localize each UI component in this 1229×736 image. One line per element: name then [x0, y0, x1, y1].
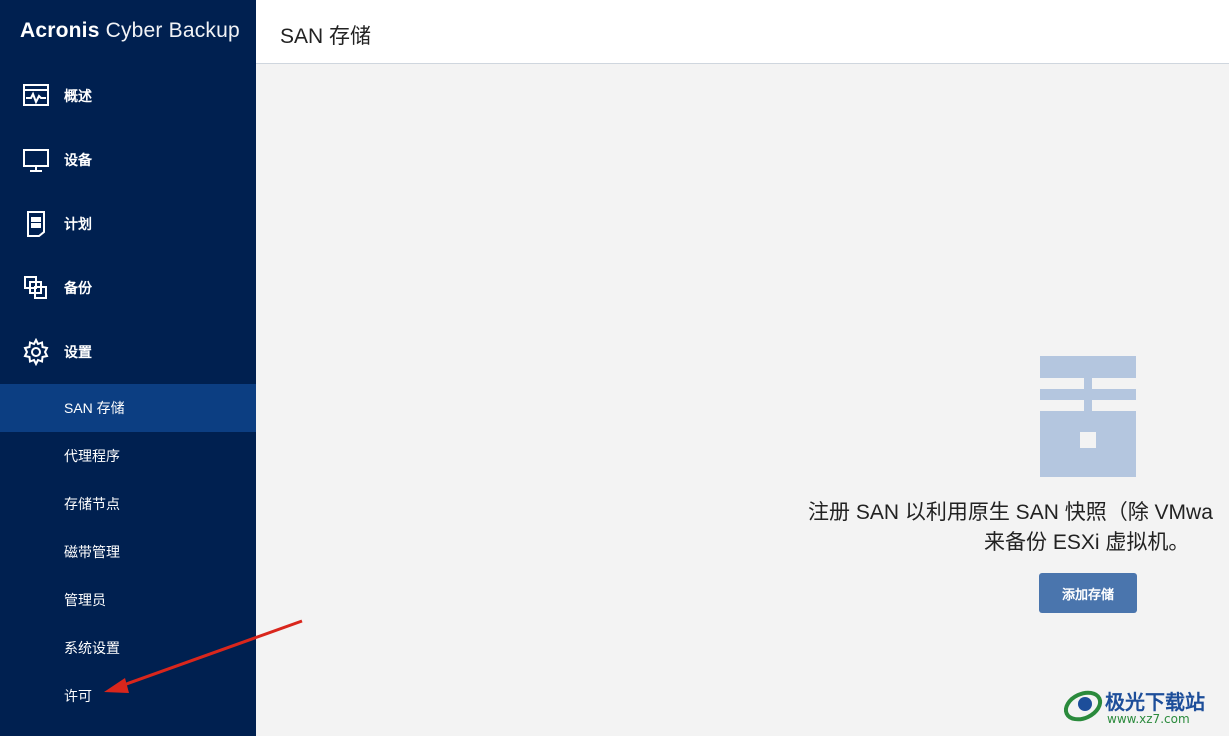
subnav-label-tape-management: 磁带管理 — [64, 544, 120, 560]
gear-icon — [22, 338, 50, 366]
empty-state-line2: 来备份 ESXi 虚拟机。 — [984, 531, 1190, 554]
plan-icon — [22, 210, 50, 238]
nav-label-plans: 计划 — [64, 216, 92, 232]
subnav-item-administrators[interactable]: 管理员 — [0, 576, 256, 624]
subnav-label-agents: 代理程序 — [64, 448, 120, 464]
nav-item-plans[interactable]: 计划 — [0, 192, 256, 256]
watermark: 极光下载站 www.xz7.com — [1061, 684, 1221, 730]
sidebar: Acronis Cyber Backup 概述 设备 计划 备份 设置 SAN … — [0, 0, 256, 736]
watermark-text: 极光下载站 — [1105, 690, 1205, 714]
nav-item-settings[interactable]: 设置 — [0, 320, 256, 384]
watermark-url: www.xz7.com — [1107, 712, 1190, 726]
subnav-label-license: 许可 — [64, 688, 92, 704]
nav-label-overview: 概述 — [64, 88, 92, 104]
nav-label-devices: 设备 — [64, 152, 92, 168]
subnav-label-san-storage: SAN 存储 — [64, 400, 125, 416]
nav-label-backups: 备份 — [64, 280, 92, 296]
brand-name-part2: Cyber Backup — [105, 19, 240, 42]
brand-logo[interactable]: Acronis Cyber Backup — [0, 0, 256, 62]
main-content: 注册 SAN 以利用原生 SAN 快照（除 VMwa 来备份 ESXi 虚拟机。… — [256, 64, 1229, 736]
subnav-item-san-storage[interactable]: SAN 存储 — [0, 384, 256, 432]
device-monitor-icon — [22, 146, 50, 174]
overview-monitor-icon — [22, 82, 50, 110]
brand-name-part1: Acronis — [20, 19, 100, 42]
empty-state-message: 注册 SAN 以利用原生 SAN 快照（除 VMwa 来备份 ESXi 虚拟机。 — [808, 498, 1229, 558]
subnav-item-tape-management[interactable]: 磁带管理 — [0, 528, 256, 576]
page-title: SAN 存储 — [280, 25, 372, 48]
nav-label-settings: 设置 — [64, 344, 92, 360]
san-storage-icon — [1040, 356, 1136, 477]
nav-item-devices[interactable]: 设备 — [0, 128, 256, 192]
nav-item-overview[interactable]: 概述 — [0, 64, 256, 128]
subnav-item-system-settings[interactable]: 系统设置 — [0, 624, 256, 672]
backup-copy-icon — [22, 274, 50, 302]
subnav-item-license[interactable]: 许可 — [0, 672, 256, 720]
subnav-label-administrators: 管理员 — [64, 592, 106, 608]
subnav-item-agents[interactable]: 代理程序 — [0, 432, 256, 480]
subnav-item-storage-nodes[interactable]: 存储节点 — [0, 480, 256, 528]
add-storage-button[interactable]: 添加存储 — [1039, 573, 1137, 613]
nav-item-backups[interactable]: 备份 — [0, 256, 256, 320]
subnav-label-system-settings: 系统设置 — [64, 640, 120, 656]
empty-state-line1: 注册 SAN 以利用原生 SAN 快照（除 VMwa — [808, 501, 1213, 524]
subnav-label-storage-nodes: 存储节点 — [64, 496, 120, 512]
watermark-logo-icon — [1063, 690, 1103, 722]
page-header: SAN 存储 — [256, 0, 1229, 64]
